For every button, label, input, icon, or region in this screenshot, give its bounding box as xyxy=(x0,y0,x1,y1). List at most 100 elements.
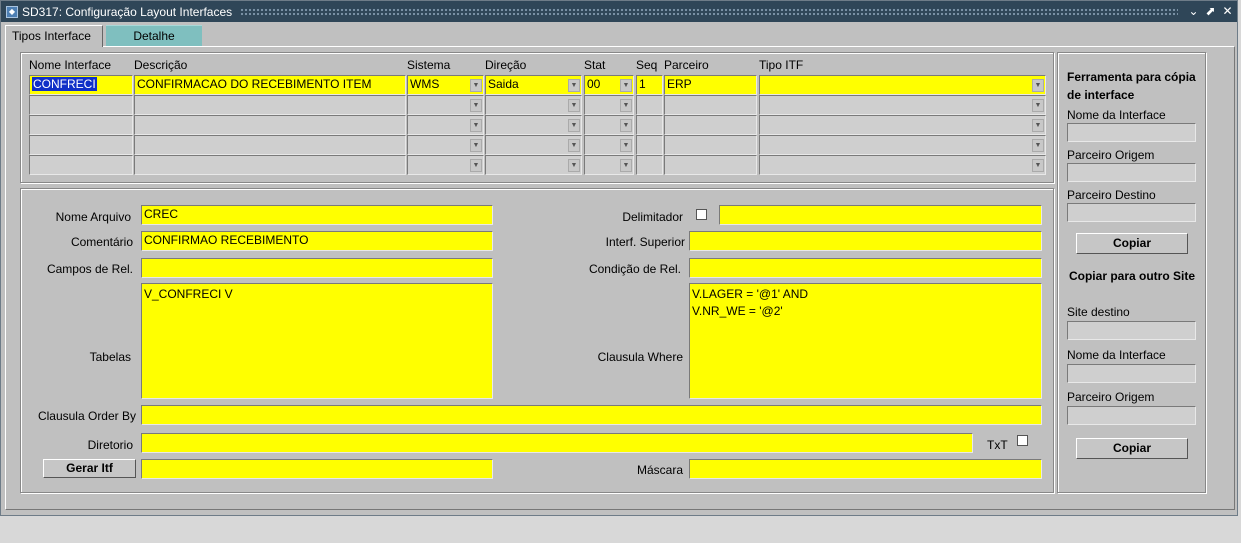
sistema-select[interactable]: WMS ▼ xyxy=(407,75,484,95)
maximize-icon[interactable]: ⬈ xyxy=(1203,4,1218,19)
minimize-icon[interactable]: ⌄ xyxy=(1186,4,1201,19)
tool-destino-field[interactable] xyxy=(1067,203,1196,222)
gerar-itf-button[interactable]: Gerar Itf xyxy=(43,459,136,478)
chevron-down-icon[interactable]: ▼ xyxy=(568,79,580,92)
chevron-down-icon[interactable]: ▼ xyxy=(568,99,580,112)
col-header-nome: Nome Interface xyxy=(29,58,112,72)
grid-cell-empty[interactable] xyxy=(664,155,757,175)
chevron-down-icon[interactable]: ▼ xyxy=(1032,159,1044,172)
delimitador-field[interactable] xyxy=(719,205,1042,225)
descricao-field[interactable]: CONFIRMACAO DO RECEBIMENTO ITEM xyxy=(134,75,406,95)
close-icon[interactable]: ✕ xyxy=(1220,4,1235,19)
nome-interface-value: CONFRECI xyxy=(32,77,97,91)
grid-cell-empty[interactable]: ▼ xyxy=(759,115,1046,135)
stat-select[interactable]: 00 ▼ xyxy=(584,75,634,95)
chevron-down-icon[interactable]: ▼ xyxy=(568,139,580,152)
parceiro-field[interactable]: ERP xyxy=(664,75,757,95)
delimitador-checkbox[interactable] xyxy=(696,209,707,220)
chevron-down-icon[interactable]: ▼ xyxy=(620,99,632,112)
chevron-down-icon[interactable]: ▼ xyxy=(620,159,632,172)
tool-origem-field[interactable] xyxy=(1067,163,1196,182)
tab-detalhe[interactable]: Detalhe xyxy=(106,25,202,46)
grid-cell-empty[interactable] xyxy=(636,115,663,135)
tabelas-textarea[interactable]: V_CONFRECI V xyxy=(141,283,493,399)
gerar-itf-field[interactable] xyxy=(141,459,493,479)
chevron-down-icon[interactable]: ▼ xyxy=(470,99,482,112)
grid-cell-empty[interactable] xyxy=(29,95,133,115)
clausula-where-label: Clausula Where xyxy=(597,350,683,364)
chevron-down-icon[interactable]: ▼ xyxy=(620,139,632,152)
grid-cell-empty[interactable] xyxy=(134,95,406,115)
tipo-itf-select[interactable]: ▼ xyxy=(759,75,1046,95)
site-nome-field[interactable] xyxy=(1067,364,1196,383)
clausula-where-textarea[interactable]: V.LAGER = '@1' AND V.NR_WE = '@2' xyxy=(689,283,1042,399)
chevron-down-icon[interactable]: ▼ xyxy=(1032,79,1044,92)
direcao-select[interactable]: Saida ▼ xyxy=(485,75,582,95)
grid-cell-empty[interactable]: ▼ xyxy=(584,95,634,115)
nome-interface-field[interactable]: CONFRECI xyxy=(29,75,133,95)
grid-cell-empty[interactable]: ▼ xyxy=(407,95,484,115)
grid-cell-empty[interactable] xyxy=(134,155,406,175)
order-by-label: Clausula Order By xyxy=(37,409,136,423)
grid-cell-empty[interactable]: ▼ xyxy=(485,135,582,155)
chevron-down-icon[interactable]: ▼ xyxy=(1032,99,1044,112)
grid-cell-empty[interactable]: ▼ xyxy=(407,155,484,175)
chevron-down-icon[interactable]: ▼ xyxy=(470,159,482,172)
grid-cell-empty[interactable]: ▼ xyxy=(759,155,1046,175)
grid-cell-empty[interactable]: ▼ xyxy=(759,95,1046,115)
chevron-down-icon[interactable]: ▼ xyxy=(620,119,632,132)
nome-arquivo-field[interactable]: CREC xyxy=(141,205,493,225)
grid-cell-empty[interactable] xyxy=(636,135,663,155)
grid-cell-empty[interactable]: ▼ xyxy=(584,135,634,155)
sistema-value: WMS xyxy=(410,77,440,91)
grid-cell-empty[interactable]: ▼ xyxy=(485,95,582,115)
grid-cell-empty[interactable] xyxy=(134,135,406,155)
order-by-field[interactable] xyxy=(141,405,1042,425)
title-bar: ◆ SD317: Configuração Layout Interfaces … xyxy=(1,1,1237,22)
app-icon: ◆ xyxy=(6,5,18,18)
site-origem-field[interactable] xyxy=(1067,406,1196,425)
chevron-down-icon[interactable]: ▼ xyxy=(1032,119,1044,132)
grid-cell-empty[interactable] xyxy=(664,115,757,135)
diretorio-field[interactable] xyxy=(141,433,973,453)
chevron-down-icon[interactable]: ▼ xyxy=(620,79,632,92)
comentario-field[interactable]: CONFIRMAO RECEBIMENTO xyxy=(141,231,493,251)
grid-cell-empty[interactable] xyxy=(29,155,133,175)
grid-cell-empty[interactable] xyxy=(29,135,133,155)
chevron-down-icon[interactable]: ▼ xyxy=(568,119,580,132)
grid-cell-empty[interactable]: ▼ xyxy=(485,155,582,175)
chevron-down-icon[interactable]: ▼ xyxy=(470,139,482,152)
chevron-down-icon[interactable]: ▼ xyxy=(470,79,482,92)
col-header-direcao: Direção xyxy=(485,58,527,72)
chevron-down-icon[interactable]: ▼ xyxy=(470,119,482,132)
grid-cell-empty[interactable] xyxy=(134,115,406,135)
grid-cell-empty[interactable] xyxy=(664,135,757,155)
txt-checkbox[interactable] xyxy=(1017,435,1028,446)
tab-tipos-interface[interactable]: Tipos Interface xyxy=(5,25,103,47)
copy-tool-title: Ferramenta para cópia de interface xyxy=(1067,70,1196,102)
grid-cell-empty[interactable]: ▼ xyxy=(584,115,634,135)
tool-nome-field[interactable] xyxy=(1067,123,1196,142)
grid-cell-empty[interactable]: ▼ xyxy=(584,155,634,175)
mascara-field[interactable] xyxy=(689,459,1042,479)
grid-cell-empty[interactable]: ▼ xyxy=(407,135,484,155)
campos-rel-field[interactable] xyxy=(141,258,493,278)
grid-cell-empty[interactable]: ▼ xyxy=(759,135,1046,155)
grid-cell-empty[interactable] xyxy=(664,95,757,115)
grid-cell-empty[interactable]: ▼ xyxy=(407,115,484,135)
grid-cell-empty[interactable] xyxy=(636,95,663,115)
site-copiar-button[interactable]: Copiar xyxy=(1076,438,1188,459)
grid-cell-empty[interactable] xyxy=(636,155,663,175)
interf-superior-field[interactable] xyxy=(689,231,1042,251)
chevron-down-icon[interactable]: ▼ xyxy=(568,159,580,172)
chevron-down-icon[interactable]: ▼ xyxy=(1032,139,1044,152)
site-nome-label: Nome da Interface xyxy=(1067,348,1166,362)
site-destino-field[interactable] xyxy=(1067,321,1196,340)
condicao-rel-field[interactable] xyxy=(689,258,1042,278)
grid-cell-empty[interactable]: ▼ xyxy=(485,115,582,135)
grid-cell-empty[interactable] xyxy=(29,115,133,135)
col-header-sistema: Sistema xyxy=(407,58,451,72)
seq-field[interactable]: 1 xyxy=(636,75,663,95)
copiar-button[interactable]: Copiar xyxy=(1076,233,1188,254)
direcao-value: Saida xyxy=(488,77,519,91)
